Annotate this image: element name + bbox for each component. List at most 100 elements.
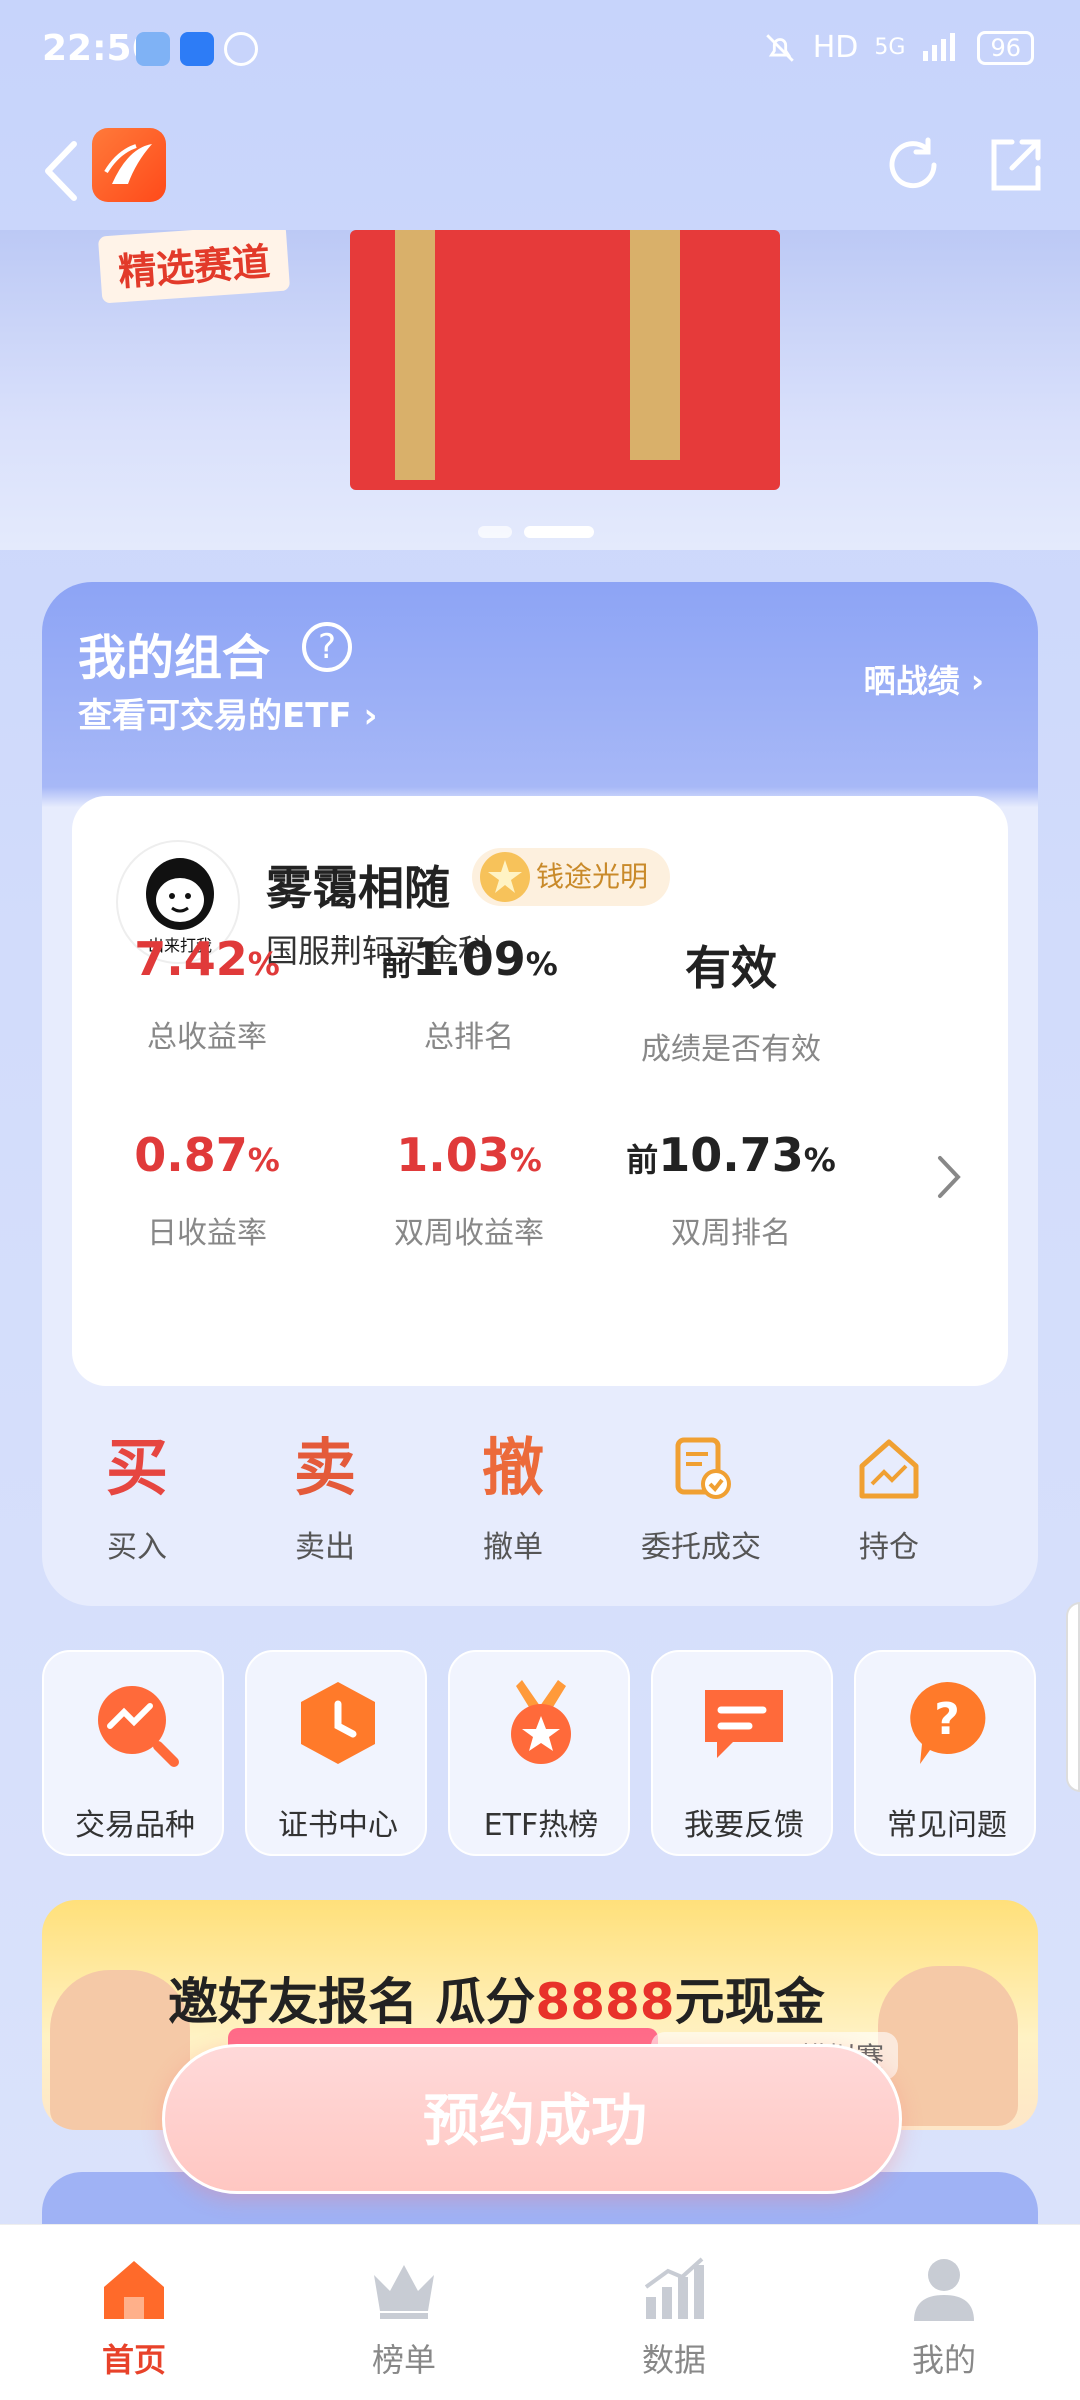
stat-number: 0.87: [134, 1128, 248, 1182]
shortcut-label: 我要反馈: [684, 1808, 804, 1843]
shortcut-certificate-center[interactable]: 证书中心: [245, 1650, 427, 1856]
stat-label: 日收益率: [147, 1216, 267, 1251]
bar-chart-icon: [644, 2257, 704, 2319]
stat-number: 7.42: [134, 932, 248, 986]
user-level-badge: 钱途光明: [472, 848, 671, 906]
stat-total-rank: 前1.09% 总排名: [334, 932, 604, 1056]
gift-ribbon: [395, 230, 435, 480]
my-portfolio-card: 我的组合 ? 查看可交易的ETF › 晒战绩 › 出来打我 雾霭相随 钱途光明 …: [42, 582, 1038, 1606]
stat-biweekly-rank: 前10.73% 双周排名: [596, 1128, 866, 1252]
shortcut-faq[interactable]: ? 常见问题: [854, 1650, 1036, 1856]
stat-value: 1.03%: [334, 1128, 604, 1182]
network-type: HD: [812, 30, 859, 65]
sell-button[interactable]: 卖 卖出: [230, 1428, 420, 1566]
order-document-icon: [675, 1437, 731, 1499]
stat-value: 前1.09%: [334, 932, 604, 986]
buy-label: 买入: [107, 1530, 167, 1565]
medal-star-icon: [511, 1680, 571, 1764]
positions-label: 持仓: [859, 1530, 919, 1565]
share-icon[interactable]: [982, 132, 1048, 198]
person-icon: [914, 2259, 974, 2321]
shortcut-feedback[interactable]: 我要反馈: [651, 1650, 833, 1856]
nav-leaderboard[interactable]: 榜单: [304, 2251, 504, 2381]
app-logo: [92, 128, 166, 202]
trade-actions: 买 买入 卖 卖出 撤 撤单 委托成交 持仓: [42, 1428, 1038, 1568]
nav-profile[interactable]: 我的: [844, 2251, 1044, 2381]
carousel-indicator: [478, 526, 594, 538]
shortcut-etf-hot-list[interactable]: ETF热榜: [448, 1650, 630, 1856]
stat-label: 双周收益率: [394, 1216, 544, 1251]
shortcut-label: 证书中心: [278, 1808, 398, 1843]
stat-unit: %: [509, 1141, 542, 1179]
bottom-nav: 首页 榜单 数据 我的: [0, 2224, 1080, 2400]
stat-value: 前10.73%: [596, 1128, 866, 1182]
link-notification-icon: [224, 32, 258, 66]
user-stats-card[interactable]: 出来打我 雾霭相随 钱途光明 国服荆轲买金科 7.42% 总收益率 前1.09%…: [72, 796, 1008, 1386]
stat-unit: %: [803, 1141, 836, 1179]
stat-label: 总收益率: [147, 1020, 267, 1055]
nav-label: 我的: [911, 2341, 976, 2379]
header: [0, 110, 1080, 230]
chevron-right-icon[interactable]: [934, 1152, 964, 1202]
stat-number: 10.73: [658, 1128, 804, 1182]
shortcut-row: 交易品种 证书中心 ETF热榜 我要反馈 ? 常见问题: [42, 1650, 1038, 1860]
promo-title: 邀好友报名 瓜分8888元现金: [168, 1962, 825, 2034]
positions-button[interactable]: 持仓: [794, 1428, 984, 1566]
refresh-icon[interactable]: [880, 132, 946, 198]
stat-total-return: 7.42% 总收益率: [72, 932, 342, 1056]
house-chart-icon: [859, 1439, 919, 1499]
crown-icon: [374, 2265, 434, 2319]
stat-value: 有效: [685, 941, 777, 995]
gift-ribbon: [630, 230, 680, 460]
chevron-right-icon: ›: [363, 696, 378, 736]
nav-label: 榜单: [371, 2341, 436, 2379]
promo-carousel[interactable]: 精选赛道: [0, 230, 1080, 550]
cancel-order-button[interactable]: 撤 撤单: [418, 1428, 608, 1566]
stat-unit: %: [247, 1141, 280, 1179]
reserve-success-button[interactable]: 预约成功: [162, 2044, 902, 2194]
sell-label: 卖出: [295, 1530, 355, 1565]
buy-icon: 买: [105, 1431, 168, 1504]
stat-daily-return: 0.87% 日收益率: [72, 1128, 342, 1252]
reserve-label: 预约成功: [423, 2089, 647, 2154]
back-arrow-icon[interactable]: [36, 136, 86, 206]
carousel-dot[interactable]: [478, 526, 512, 538]
nav-label: 数据: [641, 2341, 706, 2379]
mute-bell-icon: [765, 33, 794, 62]
user-name: 雾霭相随: [266, 861, 450, 915]
stat-valid: 有效 成绩是否有效: [596, 932, 866, 1068]
stat-prefix: 前: [626, 1141, 659, 1179]
promo-amount: 8888: [535, 1973, 675, 2031]
help-icon[interactable]: ?: [302, 622, 352, 672]
stat-value: 0.87%: [72, 1128, 342, 1182]
shortcut-trading-products[interactable]: 交易品种: [42, 1650, 224, 1856]
stat-value: 7.42%: [72, 932, 342, 986]
view-tradable-etf-link[interactable]: 查看可交易的ETF ›: [78, 688, 378, 737]
stat-number: 1.03: [396, 1128, 510, 1182]
user-badge-label: 钱途光明: [536, 860, 649, 893]
shortcut-label: ETF热榜: [483, 1808, 599, 1843]
banner-tag: 精选赛道: [97, 230, 291, 304]
nav-home[interactable]: 首页: [34, 2251, 234, 2381]
stat-number: 1.09: [412, 932, 526, 986]
view-etf-label: 查看可交易的ETF: [78, 696, 352, 736]
buy-button[interactable]: 买 买入: [42, 1428, 232, 1566]
signal-icon: [923, 32, 956, 61]
medal-icon: [480, 852, 530, 902]
share-results-link[interactable]: 晒战绩 ›: [864, 656, 984, 702]
stat-prefix: 前: [380, 945, 413, 983]
orders-button[interactable]: 委托成交: [606, 1428, 796, 1566]
carousel-dot-active[interactable]: [524, 526, 594, 538]
floating-side-tab[interactable]: [1066, 1602, 1080, 1792]
sell-icon: 卖: [293, 1431, 356, 1504]
stat-label: 双周排名: [671, 1216, 791, 1251]
trend-magnifier-icon: [98, 1686, 179, 1767]
status-bar: 22:56 HD 5G 96: [0, 0, 1080, 100]
stat-unit: %: [525, 945, 558, 983]
stat-label: 成绩是否有效: [641, 1032, 821, 1067]
clock-hexagon-icon: [301, 1682, 375, 1764]
chevron-right-icon: ›: [970, 662, 984, 700]
promo-title-suffix: 元现金: [674, 1973, 825, 2031]
stat-label: 总排名: [424, 1020, 514, 1055]
nav-data[interactable]: 数据: [574, 2251, 774, 2381]
